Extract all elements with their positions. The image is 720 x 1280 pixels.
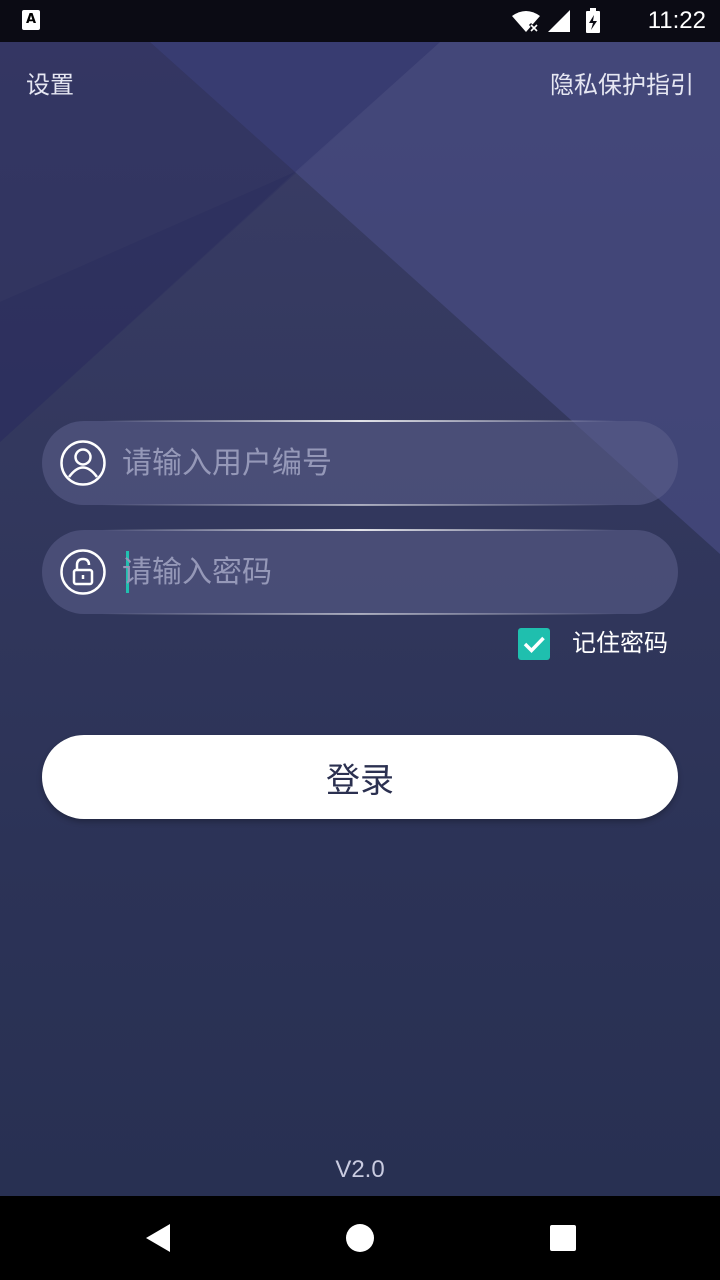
username-field[interactable] <box>42 420 678 506</box>
app-notification-badge: A <box>22 10 40 30</box>
cellular-signal-icon <box>548 10 570 32</box>
background-pattern <box>0 42 720 554</box>
username-input[interactable] <box>122 421 642 505</box>
navigation-bar <box>0 1196 720 1280</box>
login-button[interactable]: 登录 <box>42 735 678 819</box>
user-icon <box>60 440 106 486</box>
status-icons <box>512 8 600 34</box>
battery-charging-icon <box>586 8 600 33</box>
privacy-guide-link[interactable]: 隐私保护指引 <box>550 68 694 102</box>
settings-link[interactable]: 设置 <box>26 68 74 102</box>
password-field[interactable] <box>42 529 678 615</box>
remember-password-label: 记住密码 <box>572 629 668 657</box>
password-input[interactable] <box>122 530 642 614</box>
home-icon[interactable] <box>342 1220 378 1256</box>
version-label: V2.0 <box>335 1156 385 1183</box>
recents-icon[interactable] <box>545 1220 581 1256</box>
back-icon[interactable] <box>140 1220 176 1256</box>
wifi-off-icon <box>512 11 540 34</box>
check-icon <box>523 636 545 654</box>
checkbox[interactable] <box>518 628 550 660</box>
login-screen: 设置 隐私保护指引 记住密码 登录 V2.0 <box>0 42 720 1196</box>
status-bar: A 11:22 <box>0 0 720 42</box>
clock: 11:22 <box>647 7 706 34</box>
lock-icon <box>60 549 106 595</box>
